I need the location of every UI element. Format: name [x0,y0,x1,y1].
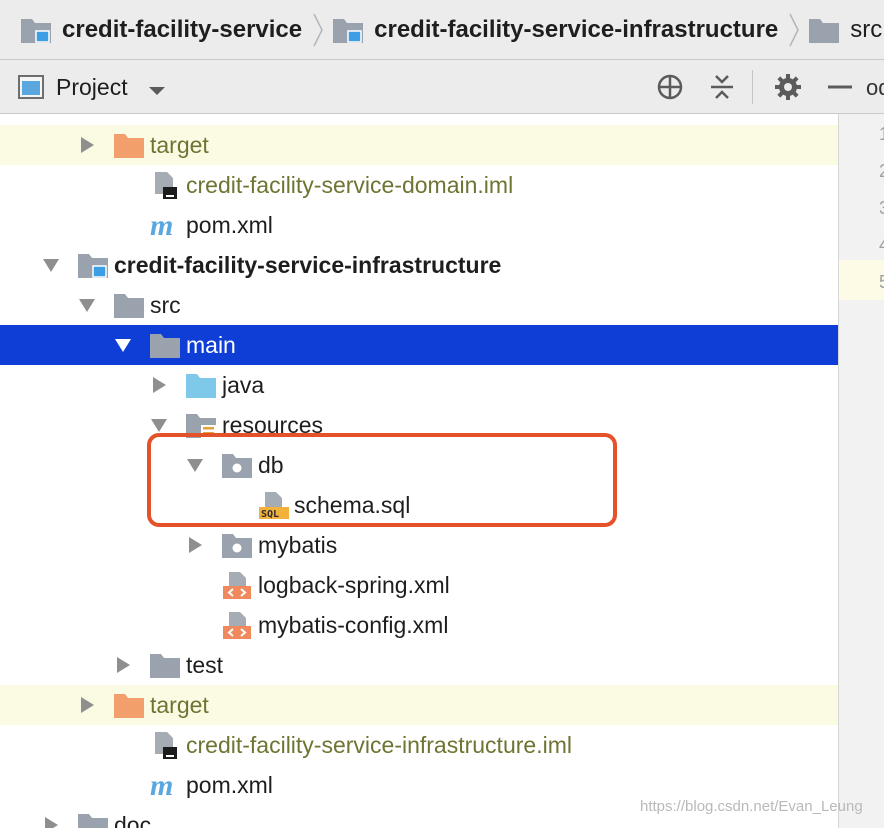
chevron-right-icon [312,0,324,59]
folder-icon [149,651,181,679]
tree-item-label: target [150,132,209,158]
line-number: 3 [879,198,884,219]
gear-icon[interactable] [774,73,802,101]
xml-file-icon [221,611,253,639]
tree-row[interactable]: test [0,645,838,685]
line-number: 2 [879,161,884,182]
folder-icon [149,331,181,359]
line-number: 1 [879,124,884,145]
folder-excluded-icon [113,131,145,159]
xml-file-icon [221,571,253,599]
minimize-icon[interactable] [826,73,854,101]
tree-item-label: mybatis [258,532,338,558]
expand-arrow-down-icon[interactable] [41,255,61,275]
svg-text:m: m [150,211,173,239]
tree-row[interactable]: logback-spring.xml [0,565,838,605]
project-toolbar: Project [0,60,884,114]
editor-tab-label[interactable]: od [866,75,884,101]
line-number: 4 [879,235,884,256]
tree-row[interactable]: resources [0,405,838,445]
tree-item-label: java [222,372,265,398]
tree-item-label: test [186,652,224,678]
package-folder-icon [221,451,253,479]
expand-arrow-down-icon[interactable] [113,335,133,355]
package-folder-icon [221,531,253,559]
tree-row[interactable]: java [0,365,838,405]
tree-row[interactable]: main [0,325,838,365]
expand-arrow-right-icon[interactable] [77,695,97,715]
collapse-all-icon[interactable] [708,73,736,101]
tree-item-label: doc [114,812,152,828]
tree-row[interactable]: db [0,445,838,485]
tree-item-label: pom.xml [186,212,273,238]
breadcrumb-label: src [850,15,883,43]
expand-arrow-right-icon[interactable] [77,135,97,155]
maven-icon: m [149,209,181,242]
folder-excluded-icon [113,691,145,719]
locate-icon[interactable] [656,73,684,101]
source-folder-icon [185,371,217,399]
tree-row[interactable]: credit-facility-service-domain.iml [0,165,838,205]
project-view-title[interactable]: Project [56,74,128,101]
expand-arrow-down-icon[interactable] [77,295,97,315]
tree-item-label: target [150,692,209,718]
tree-row[interactable]: credit-facility-service-infrastructure [0,245,838,285]
tree-row[interactable]: target [0,685,838,725]
expand-arrow-down-icon[interactable] [185,455,205,475]
module-folder-icon [20,16,52,44]
tree-row[interactable]: credit-facility-service-infrastructure.i… [0,725,838,765]
tree-item-label: pom.xml [186,772,273,798]
tree-item-label: src [150,292,181,318]
tree-item-label: db [258,452,284,478]
expand-arrow-right-icon[interactable] [41,815,61,828]
maven-icon: m [149,769,181,802]
project-tree: target credit-facility-service-domain.iml… [0,114,838,828]
current-line-highlight [839,260,884,300]
breadcrumb-item[interactable]: credit-facility-service-infrastructure [332,0,779,59]
svg-text:SQL: SQL [261,509,279,519]
tree-item-label: credit-facility-service-infrastructure.i… [186,732,572,758]
iml-file-icon [149,171,181,199]
folder-icon [808,16,840,44]
folder-icon [77,811,109,828]
tree-item-label: credit-facility-service-infrastructure [114,252,502,278]
tree-item-label: main [186,332,236,358]
tree-row[interactable]: target [0,125,838,165]
expand-arrow-right-icon[interactable] [149,375,169,395]
watermark: https://blog.csdn.net/Evan_Leung [640,798,863,815]
breadcrumb-item[interactable]: src [808,0,883,59]
line-number: 5 [879,272,884,293]
chevron-right-icon [788,0,800,59]
editor-gutter: 1 2 3 4 5 [838,114,884,828]
module-folder-icon [77,251,109,279]
iml-file-icon [149,731,181,759]
tree-item-label: schema.sql [294,492,411,518]
sql-file-icon: SQL [257,491,289,520]
breadcrumb: credit-facility-service credit-facility-s… [0,0,884,60]
breadcrumb-label: credit-facility-service-infrastructure [374,15,779,43]
tree-item-label: logback-spring.xml [258,572,450,598]
breadcrumb-label: credit-facility-service [62,15,303,43]
tree-row[interactable]: src [0,285,838,325]
tree-row[interactable]: mybatis-config.xml [0,605,838,645]
folder-icon [113,291,145,319]
tree-item-label: mybatis-config.xml [258,612,449,638]
project-panel-icon [18,75,44,104]
tree-row[interactable]: mybatis [0,525,838,565]
breadcrumb-item[interactable]: credit-facility-service [20,0,303,59]
module-folder-icon [332,16,364,44]
toolbar-divider [752,70,753,104]
expand-arrow-down-icon[interactable] [149,415,169,435]
chevron-down-icon[interactable] [148,83,166,101]
expand-arrow-right-icon[interactable] [113,655,133,675]
expand-arrow-right-icon[interactable] [185,535,205,555]
tree-row[interactable]: m pom.xml [0,205,838,245]
tree-item-label: resources [222,412,323,438]
resources-folder-icon [185,411,217,439]
tree-row[interactable]: SQL schema.sql [0,485,838,525]
tree-item-label: credit-facility-service-domain.iml [186,172,514,198]
svg-text:m: m [150,771,173,799]
